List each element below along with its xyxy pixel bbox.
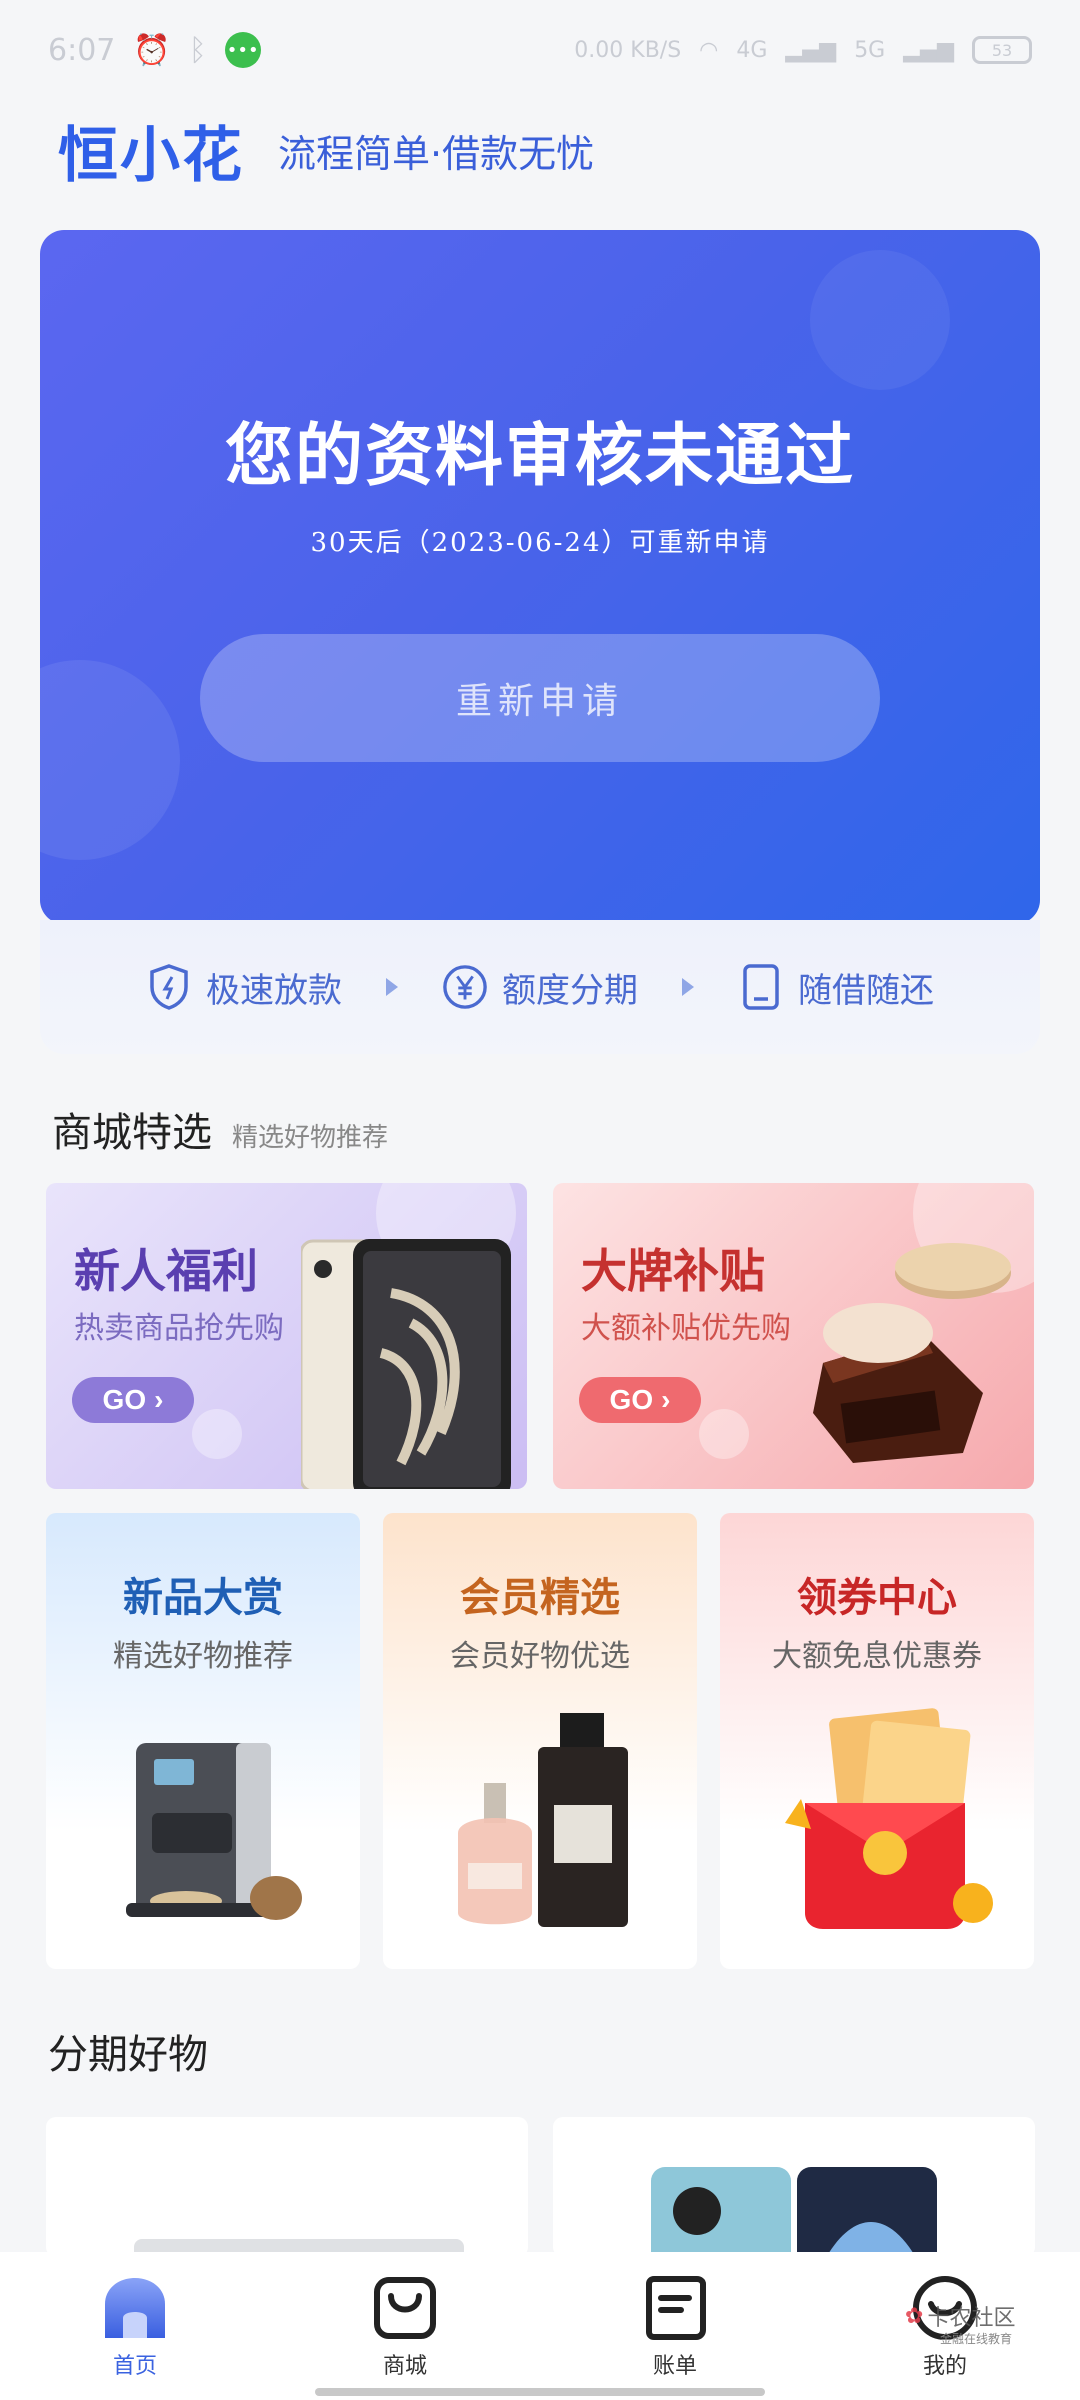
yen-icon	[442, 964, 488, 1010]
promo-subtitle: 大额补贴优先购	[581, 1311, 791, 1346]
shield-icon	[146, 964, 192, 1010]
reapply-button[interactable]: 重新申请	[200, 634, 880, 762]
promo-new-arrivals[interactable]: 新品大赏 精选好物推荐	[46, 1513, 360, 1969]
battery-level: 53	[991, 40, 1013, 60]
mall-section-title: 商城特选 精选好物推荐	[52, 1100, 388, 1158]
watermark-subtext: 金融在线教育	[940, 2332, 1013, 2346]
promo-newcomer[interactable]: 新人福利 热卖商品抢先购 GO ›	[46, 1183, 527, 1489]
promo-brand-subsidy[interactable]: 大牌补贴 大额补贴优先购 GO ›	[553, 1183, 1034, 1489]
promo-coupon-center[interactable]: 领券中心 大额免息优惠券	[720, 1513, 1034, 1969]
tab-label: 首页	[112, 2354, 157, 2379]
go-button[interactable]: GO ›	[579, 1377, 701, 1423]
chevron-right-icon: ›	[661, 1384, 671, 1415]
bag-icon	[374, 2277, 436, 2339]
go-label: GO	[102, 1384, 147, 1415]
watermark-logo-icon: ✿	[905, 2303, 924, 2329]
watermark-text: 卡农社区	[927, 2306, 1016, 2331]
wifi-icon: ◠	[699, 37, 719, 63]
reapply-date-text: 30天后（2023-06-24）可重新申请	[310, 528, 770, 558]
section-heading: 分期好物	[48, 2032, 208, 2078]
go-button[interactable]: GO ›	[72, 1377, 194, 1423]
decor-bubble	[810, 250, 950, 390]
tab-label: 账单	[652, 2354, 697, 2379]
app-logo: 恒小花	[58, 120, 244, 191]
watermark: ✿ 卡农社区	[905, 2300, 1015, 2332]
perfume-image	[458, 1713, 628, 1927]
chat-notification-icon: •••	[224, 32, 261, 68]
promo-member-picks[interactable]: 会员精选 会员好物优选	[383, 1513, 697, 1969]
promo-subtitle: 热卖商品抢先购	[74, 1311, 284, 1346]
app-header: 恒小花 流程简单·借款无忧	[0, 100, 1080, 200]
feature-label: 极速放款	[206, 970, 342, 1011]
product-card[interactable]	[553, 2117, 1035, 2257]
promo-title: 领券中心	[797, 1575, 957, 1621]
promo-title: 会员精选	[460, 1575, 620, 1621]
bill-icon	[646, 2276, 706, 2340]
promo-title: 大牌补贴	[581, 1244, 765, 1298]
section-heading: 商城特选	[52, 1110, 212, 1156]
installment-section-title: 分期好物	[48, 2022, 208, 2080]
network-speed: 0.00 KB/S	[574, 37, 682, 63]
decor-bubble	[192, 1409, 242, 1459]
promo-subtitle: 会员好物优选	[450, 1639, 630, 1674]
review-status-title: 您的资料审核未通过	[224, 417, 855, 496]
app-slogan: 流程简单·借款无忧	[278, 131, 595, 176]
review-status-card: 您的资料审核未通过 30天后（2023-06-24）可重新申请 重新申请	[40, 230, 1040, 924]
red-envelope-icon	[785, 1708, 993, 1929]
tab-label: 商城	[382, 2354, 427, 2379]
tab-label: 我的	[922, 2354, 967, 2379]
go-label: GO	[609, 1384, 654, 1415]
decor-bubble	[699, 1409, 749, 1459]
section-subheading: 精选好物推荐	[232, 1123, 389, 1153]
feature-flexible-repay: 随借随还	[738, 963, 934, 1012]
feature-label: 随借随还	[798, 970, 934, 1011]
home-icon	[105, 2278, 165, 2338]
signal-5g: 5G	[854, 37, 886, 63]
status-bar: 6:07 ⏰ ᛒ ••• 0.00 KB/S ◠ 4G ▂▄▆ 5G ▂▄▆ 5…	[0, 0, 1080, 100]
chevron-right-icon: ›	[154, 1384, 164, 1415]
decor-bubble	[40, 660, 180, 860]
home-indicator[interactable]	[315, 2388, 765, 2396]
alarm-icon: ⏰	[133, 32, 171, 68]
cream-jar-image	[813, 1243, 1011, 1463]
signal-4g: 4G	[736, 37, 768, 63]
promo-subtitle: 大额免息优惠券	[772, 1639, 982, 1674]
tab-bills[interactable]: 账单	[540, 2252, 810, 2400]
signal-bars-icon: ▂▄▆	[903, 37, 954, 63]
feature-fast-loan: 极速放款	[146, 963, 342, 1012]
chevron-right-icon	[386, 978, 398, 996]
tab-home[interactable]: 首页	[0, 2252, 270, 2400]
promo-title: 新人福利	[74, 1244, 258, 1298]
feature-installment: 额度分期	[442, 963, 638, 1012]
smartphone-image	[651, 2167, 937, 2257]
feature-label: 额度分期	[502, 970, 638, 1011]
product-card[interactable]	[46, 2117, 528, 2257]
feature-strip: 极速放款 额度分期 随借随还	[40, 920, 1040, 1054]
chevron-right-icon	[682, 978, 694, 996]
status-time: 6:07	[48, 32, 116, 68]
phone-icon	[738, 964, 784, 1010]
bluetooth-icon: ᛒ	[188, 32, 207, 68]
signal-bars-icon: ▂▄▆	[785, 37, 837, 63]
tablet-image	[301, 1239, 511, 1489]
battery-icon: 53	[972, 36, 1032, 64]
tab-mall[interactable]: 商城	[270, 2252, 540, 2400]
promo-title: 新品大赏	[123, 1575, 283, 1621]
coffee-machine-image	[126, 1743, 302, 1920]
promo-subtitle: 精选好物推荐	[113, 1639, 293, 1674]
